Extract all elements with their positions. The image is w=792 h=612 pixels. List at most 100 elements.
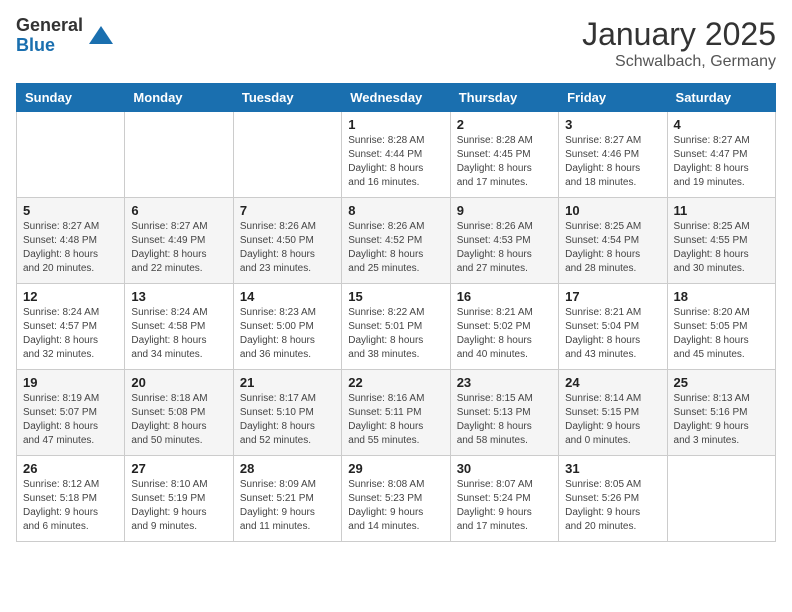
day-number: 29: [348, 461, 443, 476]
page-header: General Blue January 2025 Schwalbach, Ge…: [16, 16, 776, 71]
week-row-2: 5Sunrise: 8:27 AM Sunset: 4:48 PM Daylig…: [17, 198, 776, 284]
day-number: 1: [348, 117, 443, 132]
day-info: Sunrise: 8:26 AM Sunset: 4:52 PM Dayligh…: [348, 220, 443, 276]
calendar-table: SundayMondayTuesdayWednesdayThursdayFrid…: [16, 83, 776, 542]
day-number: 16: [457, 289, 552, 304]
calendar-cell: 2Sunrise: 8:28 AM Sunset: 4:45 PM Daylig…: [450, 112, 558, 198]
weekday-header-tuesday: Tuesday: [233, 84, 341, 112]
calendar-cell: 12 Sunrise: 8:24 AM Sunset: 4:57 PM Dayli…: [17, 284, 125, 370]
day-info: Sunrise: 8:09 AM Sunset: 5:21 PM Dayligh…: [240, 478, 335, 534]
calendar-cell: 11 Sunrise: 8:25 AM Sunset: 4:55 PM Dayli…: [667, 198, 775, 284]
day-info: Sunrise: 8:08 AM Sunset: 5:23 PM Dayligh…: [348, 478, 443, 534]
calendar-cell: 3 Sunrise: 8:27 AM Sunset: 4:46 PM Daylig…: [559, 112, 667, 198]
day-number: 25: [674, 375, 769, 390]
calendar-cell: 20Sunrise: 8:18 AM Sunset: 5:08 PM Dayli…: [125, 370, 233, 456]
day-info: Sunrise: 8:18 AM Sunset: 5:08 PM Dayligh…: [131, 392, 226, 448]
day-number: 3: [565, 117, 660, 132]
day-info: Sunrise: 8:13 AM Sunset: 5:16 PM Dayligh…: [674, 392, 769, 448]
calendar-cell: [17, 112, 125, 198]
day-info: Sunrise: 8:14 AM Sunset: 5:15 PM Dayligh…: [565, 392, 660, 448]
calendar-cell: [233, 112, 341, 198]
calendar-cell: 6 Sunrise: 8:27 AM Sunset: 4:49 PM Daylig…: [125, 198, 233, 284]
day-info: Sunrise: 8:21 AM Sunset: 5:04 PM Dayligh…: [565, 306, 660, 362]
calendar-cell: 5Sunrise: 8:27 AM Sunset: 4:48 PM Daylig…: [17, 198, 125, 284]
weekday-header-monday: Monday: [125, 84, 233, 112]
week-row-5: 26 Sunrise: 8:12 AM Sunset: 5:18 PM Dayli…: [17, 456, 776, 542]
day-info: Sunrise: 8:12 AM Sunset: 5:18 PM Dayligh…: [23, 478, 118, 534]
day-number: 12: [23, 289, 118, 304]
day-number: 21: [240, 375, 335, 390]
day-info: Sunrise: 8:27 AM Sunset: 4:47 PM Dayligh…: [674, 134, 769, 190]
day-info: Sunrise: 8:25 AM Sunset: 4:55 PM Dayligh…: [674, 220, 769, 276]
calendar-cell: 1Sunrise: 8:28 AM Sunset: 4:44 PM Daylig…: [342, 112, 450, 198]
calendar-cell: 26 Sunrise: 8:12 AM Sunset: 5:18 PM Dayli…: [17, 456, 125, 542]
week-row-1: 1Sunrise: 8:28 AM Sunset: 4:44 PM Daylig…: [17, 112, 776, 198]
day-info: Sunrise: 8:16 AM Sunset: 5:11 PM Dayligh…: [348, 392, 443, 448]
logo-general-text: General: [16, 16, 83, 36]
day-info: Sunrise: 8:19 AM Sunset: 5:07 PM Dayligh…: [23, 392, 118, 448]
day-number: 19: [23, 375, 118, 390]
calendar-cell: 23 Sunrise: 8:15 AM Sunset: 5:13 PM Dayli…: [450, 370, 558, 456]
day-number: 24: [565, 375, 660, 390]
calendar-cell: 13 Sunrise: 8:24 AM Sunset: 4:58 PM Dayli…: [125, 284, 233, 370]
day-number: 15: [348, 289, 443, 304]
weekday-header-sunday: Sunday: [17, 84, 125, 112]
day-info: Sunrise: 8:24 AM Sunset: 4:57 PM Dayligh…: [23, 306, 118, 362]
day-number: 11: [674, 203, 769, 218]
day-info: Sunrise: 8:27 AM Sunset: 4:46 PM Dayligh…: [565, 134, 660, 190]
calendar-cell: 22 Sunrise: 8:16 AM Sunset: 5:11 PM Dayli…: [342, 370, 450, 456]
day-info: Sunrise: 8:22 AM Sunset: 5:01 PM Dayligh…: [348, 306, 443, 362]
day-info: Sunrise: 8:05 AM Sunset: 5:26 PM Dayligh…: [565, 478, 660, 534]
day-number: 17: [565, 289, 660, 304]
weekday-header-friday: Friday: [559, 84, 667, 112]
month-title: January 2025: [582, 16, 776, 53]
location: Schwalbach, Germany: [582, 53, 776, 71]
calendar-cell: 17 Sunrise: 8:21 AM Sunset: 5:04 PM Dayli…: [559, 284, 667, 370]
day-number: 13: [131, 289, 226, 304]
day-info: Sunrise: 8:21 AM Sunset: 5:02 PM Dayligh…: [457, 306, 552, 362]
day-number: 2: [457, 117, 552, 132]
calendar-cell: 19 Sunrise: 8:19 AM Sunset: 5:07 PM Dayli…: [17, 370, 125, 456]
day-info: Sunrise: 8:07 AM Sunset: 5:24 PM Dayligh…: [457, 478, 552, 534]
calendar-cell: 21 Sunrise: 8:17 AM Sunset: 5:10 PM Dayli…: [233, 370, 341, 456]
calendar-cell: 9Sunrise: 8:26 AM Sunset: 4:53 PM Daylig…: [450, 198, 558, 284]
logo-blue-text: Blue: [16, 36, 83, 56]
day-number: 27: [131, 461, 226, 476]
weekday-header-row: SundayMondayTuesdayWednesdayThursdayFrid…: [17, 84, 776, 112]
calendar-cell: 25 Sunrise: 8:13 AM Sunset: 5:16 PM Dayli…: [667, 370, 775, 456]
day-info: Sunrise: 8:10 AM Sunset: 5:19 PM Dayligh…: [131, 478, 226, 534]
day-number: 22: [348, 375, 443, 390]
calendar-cell: [125, 112, 233, 198]
week-row-3: 12 Sunrise: 8:24 AM Sunset: 4:57 PM Dayli…: [17, 284, 776, 370]
title-block: January 2025 Schwalbach, Germany: [582, 16, 776, 71]
day-info: Sunrise: 8:20 AM Sunset: 5:05 PM Dayligh…: [674, 306, 769, 362]
calendar-cell: 18 Sunrise: 8:20 AM Sunset: 5:05 PM Dayli…: [667, 284, 775, 370]
day-number: 9: [457, 203, 552, 218]
day-info: Sunrise: 8:15 AM Sunset: 5:13 PM Dayligh…: [457, 392, 552, 448]
day-number: 18: [674, 289, 769, 304]
day-info: Sunrise: 8:27 AM Sunset: 4:49 PM Dayligh…: [131, 220, 226, 276]
calendar-cell: 7Sunrise: 8:26 AM Sunset: 4:50 PM Daylig…: [233, 198, 341, 284]
calendar-cell: 4 Sunrise: 8:27 AM Sunset: 4:47 PM Daylig…: [667, 112, 775, 198]
weekday-header-wednesday: Wednesday: [342, 84, 450, 112]
day-info: Sunrise: 8:17 AM Sunset: 5:10 PM Dayligh…: [240, 392, 335, 448]
calendar-cell: 24 Sunrise: 8:14 AM Sunset: 5:15 PM Dayli…: [559, 370, 667, 456]
day-number: 31: [565, 461, 660, 476]
day-number: 14: [240, 289, 335, 304]
logo-icon: [87, 22, 115, 50]
day-number: 8: [348, 203, 443, 218]
day-number: 26: [23, 461, 118, 476]
day-number: 6: [131, 203, 226, 218]
day-info: Sunrise: 8:24 AM Sunset: 4:58 PM Dayligh…: [131, 306, 226, 362]
calendar-cell: 29 Sunrise: 8:08 AM Sunset: 5:23 PM Dayli…: [342, 456, 450, 542]
calendar-cell: 10Sunrise: 8:25 AM Sunset: 4:54 PM Dayli…: [559, 198, 667, 284]
day-number: 10: [565, 203, 660, 218]
calendar-cell: 28Sunrise: 8:09 AM Sunset: 5:21 PM Dayli…: [233, 456, 341, 542]
day-number: 4: [674, 117, 769, 132]
calendar-cell: 31 Sunrise: 8:05 AM Sunset: 5:26 PM Dayli…: [559, 456, 667, 542]
calendar-cell: 8 Sunrise: 8:26 AM Sunset: 4:52 PM Daylig…: [342, 198, 450, 284]
weekday-header-saturday: Saturday: [667, 84, 775, 112]
day-number: 23: [457, 375, 552, 390]
calendar-cell: 16 Sunrise: 8:21 AM Sunset: 5:02 PM Dayli…: [450, 284, 558, 370]
day-info: Sunrise: 8:27 AM Sunset: 4:48 PM Dayligh…: [23, 220, 118, 276]
